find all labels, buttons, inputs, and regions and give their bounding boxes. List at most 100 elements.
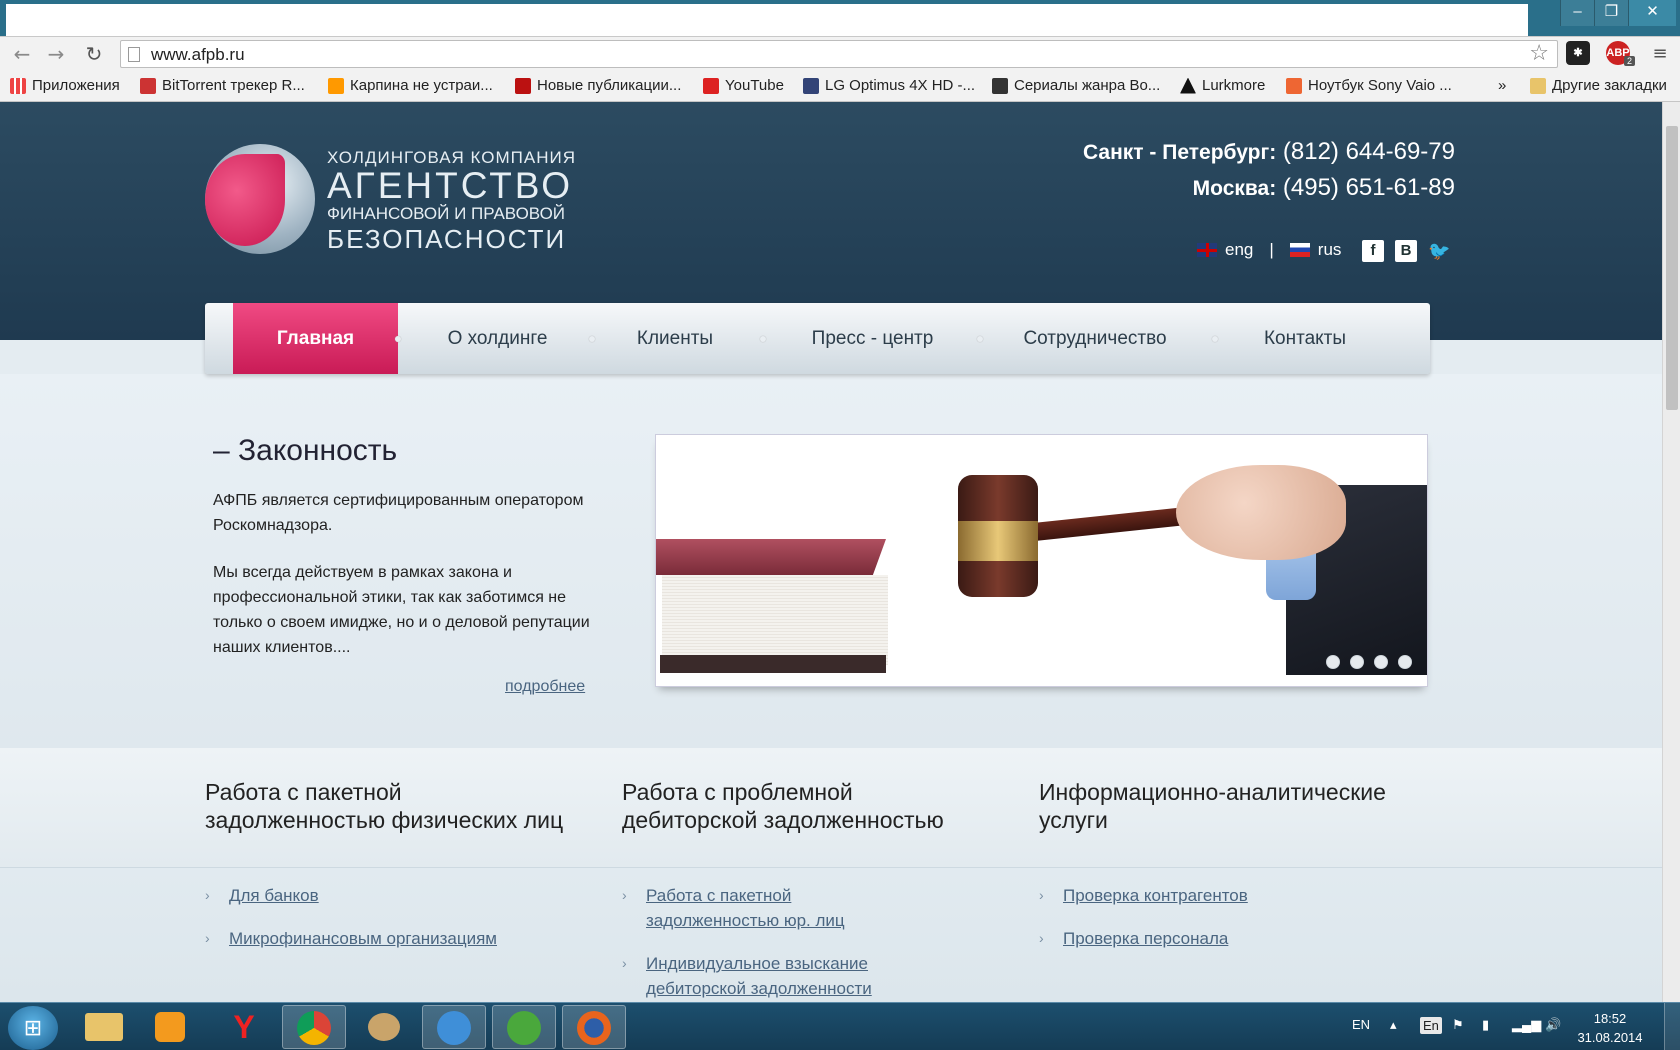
- folder-icon: [1530, 77, 1546, 94]
- start-button[interactable]: ⊞: [8, 1006, 58, 1050]
- feature-slider: [655, 434, 1428, 687]
- bookmark-bittorrent[interactable]: BitTorrent трекер R...: [140, 77, 305, 94]
- nav-separator: [1212, 336, 1218, 342]
- lang-rus[interactable]: rus: [1318, 240, 1342, 260]
- back-icon[interactable]: ←: [10, 42, 34, 66]
- nav-separator: [977, 336, 983, 342]
- browser-titlebar: – ❐ ✕: [0, 0, 1680, 40]
- nav-clients[interactable]: Клиенты: [610, 303, 740, 374]
- service-link[interactable]: Для банков: [229, 883, 319, 908]
- service-link[interactable]: Проверка контрагентов: [1063, 883, 1248, 908]
- url-text[interactable]: www.afpb.ru: [151, 45, 245, 65]
- logo-line: ФИНАНСОВОЙ И ПРАВОВОЙ: [327, 204, 566, 223]
- media-player-icon[interactable]: [138, 1005, 202, 1049]
- facebook-icon[interactable]: f: [1362, 240, 1384, 262]
- clock-time: 18:52: [1593, 1011, 1627, 1026]
- tab-strip[interactable]: [6, 4, 1528, 36]
- bookmark-karpina[interactable]: Карпина не устраи...: [328, 77, 493, 94]
- page-icon: [128, 47, 140, 62]
- tray-up-arrow-icon[interactable]: ▴: [1390, 1017, 1397, 1033]
- service-link[interactable]: Работа с пакетной задолженностью юр. лиц: [646, 883, 861, 933]
- explorer-icon[interactable]: [72, 1005, 136, 1049]
- bookmark-label: Lurkmore: [1202, 77, 1266, 94]
- main-nav: Главная О холдинге Клиенты Пресс - центр…: [205, 303, 1430, 374]
- vk-icon[interactable]: B: [1395, 240, 1417, 262]
- nav-partnership[interactable]: Сотрудничество: [1000, 303, 1190, 374]
- service-title-line: Информационно-аналитические: [1039, 779, 1386, 805]
- nav-separator: [760, 336, 766, 342]
- bookmark-label: LG Optimus 4X HD -...: [825, 77, 976, 94]
- volume-icon[interactable]: 🔊: [1545, 1017, 1561, 1033]
- maximize-button[interactable]: ❐: [1594, 0, 1628, 26]
- system-clock[interactable]: 18:52 31.08.2014: [1570, 1009, 1650, 1047]
- show-desktop-button[interactable]: [1664, 1003, 1680, 1050]
- other-bookmarks[interactable]: Другие закладки: [1530, 77, 1667, 94]
- page-scrollbar[interactable]: [1662, 102, 1680, 1002]
- lang-eng[interactable]: eng: [1225, 240, 1253, 260]
- close-window-button[interactable]: ✕: [1628, 0, 1676, 26]
- bookmark-sony[interactable]: Ноутбук Sony Vaio ...: [1286, 77, 1452, 94]
- chevron-right-icon: ›: [622, 955, 627, 971]
- bookmark-apps[interactable]: Приложения: [10, 77, 120, 94]
- bookmark-lg[interactable]: LG Optimus 4X HD -...: [803, 77, 975, 94]
- lurkmore-icon: [1180, 77, 1196, 94]
- firefox-icon[interactable]: [562, 1005, 626, 1049]
- bookmark-publications[interactable]: Новые публикации...: [515, 77, 681, 94]
- service-link[interactable]: Проверка персонала: [1063, 926, 1228, 951]
- phone-moscow: Москва: (495) 651-61-89: [1193, 174, 1455, 202]
- hand-image: [1176, 465, 1346, 560]
- extension-icon[interactable]: ✱: [1566, 41, 1590, 65]
- bookmark-label: YouTube: [725, 77, 784, 94]
- bookmarks-bar: Приложения BitTorrent трекер R... Карпин…: [0, 70, 1680, 102]
- nav-contacts[interactable]: Контакты: [1235, 303, 1375, 374]
- service-title-line: услуги: [1039, 807, 1108, 833]
- nav-separator: [589, 336, 595, 342]
- apps-grid-icon: [10, 77, 26, 94]
- lang-separator: |: [1269, 240, 1274, 259]
- utorrent-icon[interactable]: [492, 1005, 556, 1049]
- scrollbar-thumb[interactable]: [1666, 126, 1678, 410]
- service-title-line: дебиторской задолженностью: [622, 807, 944, 833]
- network-signal-icon[interactable]: ▂▄▆: [1512, 1017, 1541, 1033]
- forward-icon[interactable]: →: [44, 42, 68, 66]
- feature-section: – Законность АФПБ является сертифицирова…: [0, 374, 1662, 748]
- service-title: Работа с проблемной дебиторской задолженн…: [622, 778, 944, 834]
- 4pda-icon: [803, 77, 819, 94]
- slider-dot[interactable]: [1374, 655, 1388, 669]
- input-language-indicator[interactable]: En: [1420, 1017, 1442, 1034]
- slider-dot[interactable]: [1350, 655, 1364, 669]
- taskbar: ⊞ Y EN ▴ En ⚑ ▮ ▂▄▆ 🔊 18:52 31.08.2014: [0, 1002, 1680, 1050]
- paint-icon[interactable]: [352, 1005, 416, 1049]
- keyboard-language[interactable]: EN: [1352, 1017, 1370, 1032]
- bookmark-serials[interactable]: Сериалы жанра Во...: [992, 77, 1160, 94]
- bookmarks-overflow[interactable]: »: [1498, 77, 1506, 94]
- nav-about[interactable]: О холдинге: [420, 303, 575, 374]
- adblock-count: 2: [1624, 56, 1636, 66]
- feature-paragraph: Мы всегда действуем в рамках закона и пр…: [213, 564, 590, 656]
- yandex-browser-icon[interactable]: Y: [212, 1005, 276, 1049]
- film-icon: [992, 77, 1008, 94]
- slider-dot[interactable]: [1398, 655, 1412, 669]
- es-icon: [1286, 77, 1302, 94]
- service-link[interactable]: Индивидуальное взыскание дебиторской зад…: [646, 951, 876, 1001]
- twitter-icon[interactable]: 🐦: [1428, 240, 1450, 262]
- bookmark-youtube[interactable]: YouTube: [703, 77, 784, 94]
- power-icon[interactable]: ▮: [1482, 1017, 1489, 1033]
- action-center-flag-icon[interactable]: ⚑: [1452, 1017, 1464, 1033]
- nav-press[interactable]: Пресс - центр: [785, 303, 960, 374]
- uk-flag-icon: [1197, 243, 1217, 257]
- nav-home[interactable]: Главная: [233, 303, 398, 374]
- logo-text[interactable]: ХОЛДИНГОВАЯ КОМПАНИЯ АГЕНТСТВО ФИНАНСОВО…: [327, 148, 576, 255]
- minimize-button[interactable]: –: [1560, 0, 1594, 26]
- bookmark-lurkmore[interactable]: Lurkmore: [1180, 77, 1265, 94]
- bookmark-star-icon[interactable]: ☆: [1529, 41, 1549, 66]
- slider-dot[interactable]: [1326, 655, 1340, 669]
- gavel-band: [958, 521, 1038, 561]
- torrent-client-icon[interactable]: [422, 1005, 486, 1049]
- service-link[interactable]: Микрофинансовым организациям: [229, 926, 497, 951]
- address-bar[interactable]: www.afpb.ru ☆: [120, 40, 1558, 68]
- chrome-icon[interactable]: [282, 1005, 346, 1049]
- more-link[interactable]: подробнее: [505, 678, 585, 696]
- menu-icon[interactable]: ≡: [1648, 42, 1672, 66]
- reload-icon[interactable]: ↻: [82, 42, 106, 66]
